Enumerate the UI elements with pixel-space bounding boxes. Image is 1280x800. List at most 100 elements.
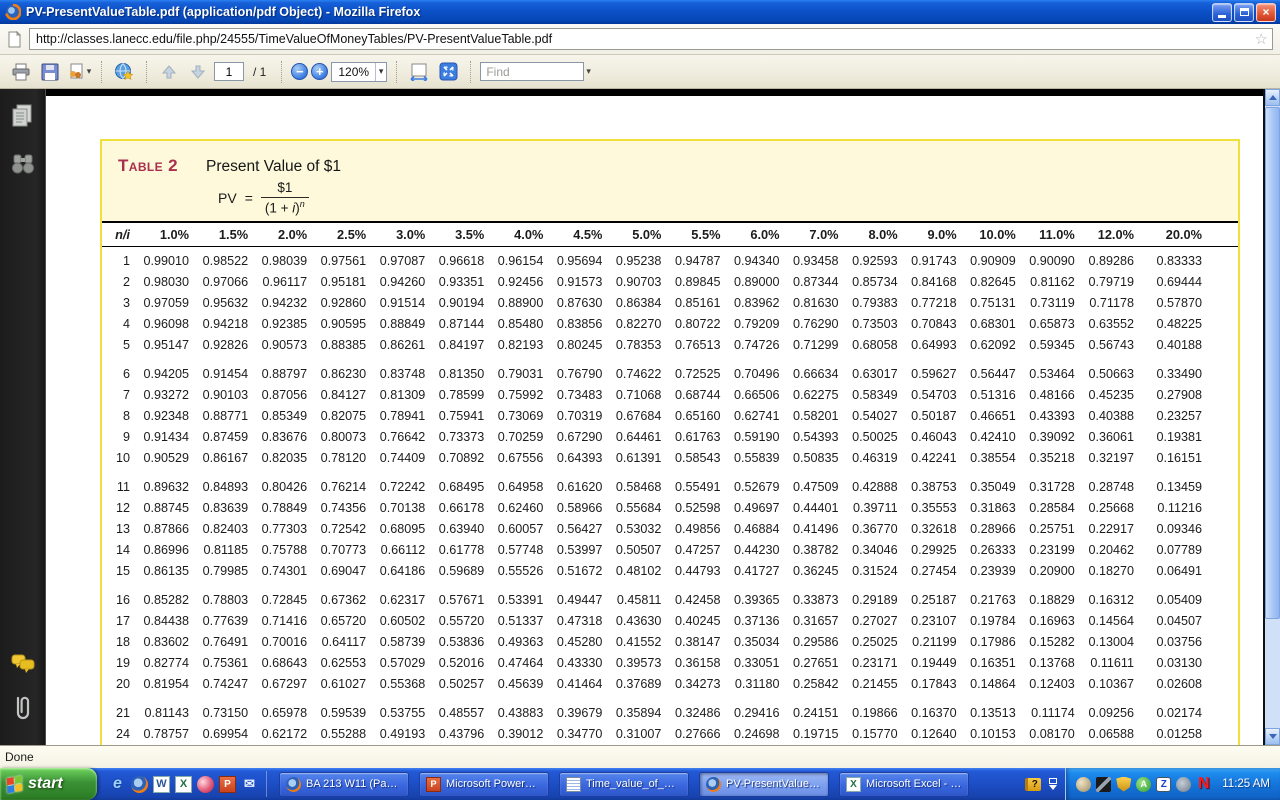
value-cell: 0.29925	[906, 540, 965, 561]
value-cell: 0.23199	[1024, 540, 1083, 561]
value-cell: 0.85282	[138, 582, 197, 611]
fit-width-icon[interactable]	[406, 59, 432, 85]
column-header: n/i	[102, 222, 138, 247]
value-cell: 0.34770	[551, 724, 610, 745]
start-button[interactable]: start	[0, 768, 97, 800]
zoom-level-select[interactable]: 120% ▾	[331, 62, 387, 82]
quick-launch: e WX P ✉	[99, 771, 267, 797]
taskbar-task-button[interactable]: Time_value_of_mo...	[559, 772, 689, 797]
comments-panel-icon[interactable]	[10, 653, 36, 675]
msn-icon[interactable]	[1076, 777, 1091, 792]
value-cell: 0.85480	[492, 314, 551, 335]
table-row: 50.951470.928260.905730.883850.862610.84…	[102, 335, 1238, 356]
value-cell: 0.37136	[728, 611, 787, 632]
help-icon[interactable]: ?	[1025, 778, 1041, 791]
powerpoint-icon[interactable]: P	[219, 776, 236, 793]
value-cell: 0.48102	[610, 561, 669, 582]
dim-icon[interactable]	[1176, 777, 1191, 792]
value-cell: 0.70496	[728, 356, 787, 385]
value-cell: 0.44401	[788, 498, 847, 519]
tool-icon[interactable]	[1096, 777, 1111, 792]
table-row: 240.787570.699540.621720.552880.491930.4…	[102, 724, 1238, 745]
value-cell: 0.90573	[256, 335, 315, 356]
value-cell: 0.13004	[1083, 632, 1142, 653]
close-button[interactable]: ×	[1256, 3, 1276, 22]
keys-icon[interactable]	[197, 776, 214, 793]
value-cell: 0.81162	[1024, 272, 1083, 293]
norton-icon[interactable]: N	[1196, 777, 1211, 792]
value-cell: 0.87344	[788, 272, 847, 293]
restore-button[interactable]	[1234, 3, 1254, 22]
minimize-button[interactable]	[1212, 3, 1232, 22]
find-input[interactable]	[480, 62, 584, 81]
vertical-scrollbar[interactable]	[1263, 89, 1280, 745]
web-publish-icon[interactable]	[111, 59, 137, 85]
value-cell: 0.79383	[847, 293, 906, 314]
page-number-input[interactable]	[214, 62, 244, 81]
value-cell: 0.59539	[315, 695, 374, 724]
value-cell: 0.66178	[433, 498, 492, 519]
value-cell: 0.97087	[374, 247, 433, 273]
value-cell: 0.14564	[1083, 611, 1142, 632]
value-cell: 0.35218	[1024, 448, 1083, 469]
value-cell: 0.14864	[965, 674, 1024, 695]
value-cell: 0.29586	[788, 632, 847, 653]
column-header: 4.5%	[551, 222, 610, 247]
firefox-icon[interactable]	[131, 776, 148, 793]
taskbar-task-button[interactable]: XMicrosoft Excel - r...	[839, 772, 969, 797]
value-cell: 0.97059	[138, 293, 197, 314]
value-cell: 0.88797	[256, 356, 315, 385]
shield-icon[interactable]	[1116, 777, 1131, 792]
zoom-caret-icon[interactable]: ▾	[375, 63, 387, 81]
value-cell: 0.45811	[610, 582, 669, 611]
taskbar: start e WX P ✉ BA 213 W11 (Pasc... PMicrosof…	[0, 768, 1280, 800]
find-caret-icon[interactable]: ▾	[586, 66, 591, 77]
taskbar-task-button[interactable]: PV-PresentValueT...	[699, 772, 829, 797]
zoom-in-icon[interactable]: +	[311, 63, 328, 80]
bookmark-star-icon[interactable]: ☆	[1255, 32, 1268, 47]
save-icon[interactable]	[37, 59, 63, 85]
value-cell: 0.27027	[847, 611, 906, 632]
url-bar[interactable]: http://classes.lanecc.edu/file.php/24555…	[29, 28, 1273, 50]
value-cell: 0.91454	[197, 356, 256, 385]
search-binoculars-icon[interactable]	[10, 153, 36, 175]
previous-page-icon[interactable]	[156, 59, 182, 85]
next-page-icon[interactable]	[185, 59, 211, 85]
taskbar-task-button[interactable]: PMicrosoft PowerPo...	[419, 772, 549, 797]
title-bar[interactable]: PV-PresentValueTable.pdf (application/pd…	[0, 0, 1280, 24]
scrollbar-track[interactable]	[1265, 619, 1280, 728]
value-cell: 0.92860	[315, 293, 374, 314]
value-cell: 0.62460	[492, 498, 551, 519]
value-cell: 0.89845	[669, 272, 728, 293]
value-cell: 0.23257	[1142, 406, 1238, 427]
print-icon[interactable]	[8, 59, 34, 85]
attachments-panel-icon[interactable]	[10, 693, 36, 723]
hidden-icons-chevron[interactable]	[1049, 778, 1057, 790]
period-cell: 21	[102, 695, 138, 724]
collaborate-icon[interactable]: ▾	[66, 59, 92, 85]
word-icon[interactable]: W	[153, 776, 170, 793]
value-cell: 0.04507	[1142, 611, 1238, 632]
zapp-icon[interactable]: Z	[1156, 777, 1171, 792]
outlook-icon[interactable]: ✉	[241, 776, 258, 793]
scrollbar-thumb[interactable]	[1265, 107, 1280, 619]
zoom-out-icon[interactable]: −	[291, 63, 308, 80]
fit-page-icon[interactable]	[435, 59, 461, 85]
value-cell: 0.73503	[847, 314, 906, 335]
value-cell: 0.49447	[551, 582, 610, 611]
pages-panel-icon[interactable]	[10, 103, 36, 129]
scroll-up-button[interactable]	[1265, 89, 1280, 106]
excel-icon[interactable]: X	[175, 776, 192, 793]
taskbar-task-button[interactable]: BA 213 W11 (Pasc...	[279, 772, 409, 797]
value-cell: 0.31524	[847, 561, 906, 582]
value-cell: 0.48225	[1142, 314, 1238, 335]
value-cell: 0.89000	[728, 272, 787, 293]
value-cell: 0.77303	[256, 519, 315, 540]
scroll-down-button[interactable]	[1265, 728, 1280, 745]
value-cell: 0.42888	[847, 469, 906, 498]
avg-icon[interactable]: A	[1136, 777, 1151, 792]
ie-icon[interactable]: e	[109, 776, 126, 793]
value-cell: 0.32197	[1083, 448, 1142, 469]
taskbar-clock[interactable]: 11:25 AM	[1222, 778, 1270, 790]
value-cell: 0.02174	[1142, 695, 1238, 724]
